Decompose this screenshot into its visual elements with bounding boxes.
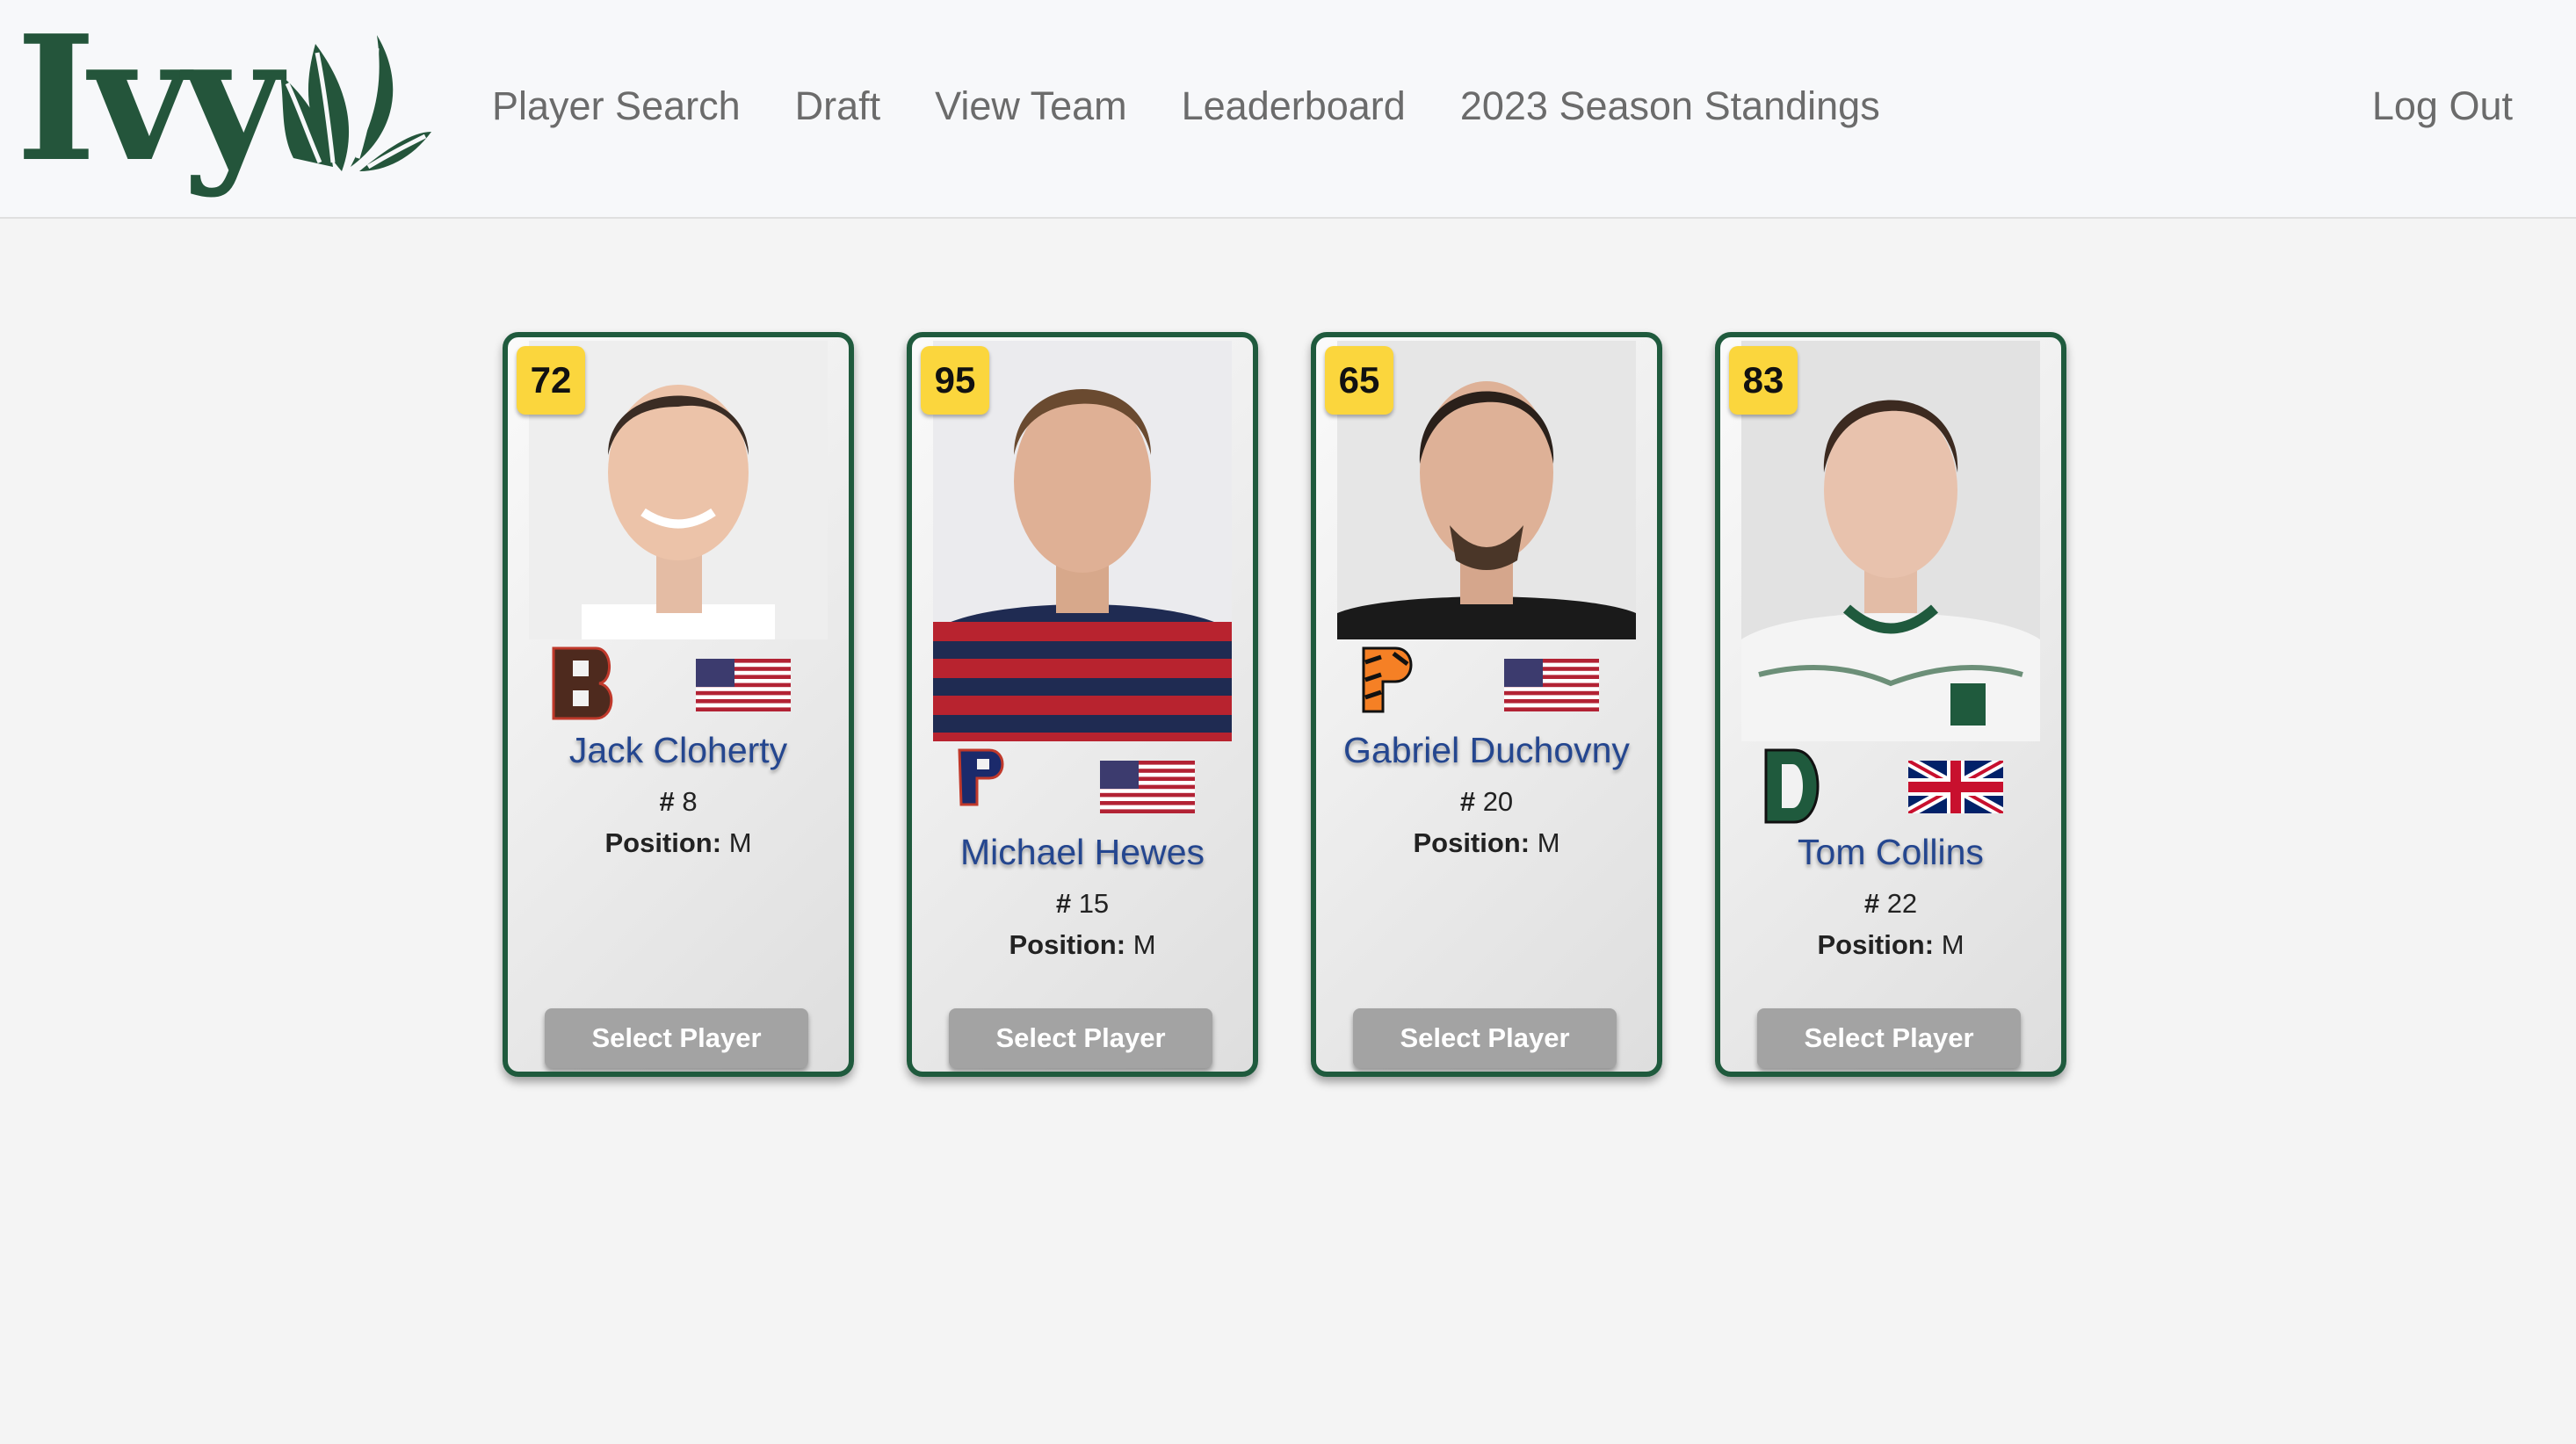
player-name[interactable]: Tom Collins bbox=[1720, 834, 2061, 870]
player-card: 95 Michael Hewes # 15 Position: M Select… bbox=[907, 332, 1258, 1077]
player-position: Position: M bbox=[1009, 929, 1156, 960]
player-card: 65 Gabriel Duchovny # 20 Position: M Sel… bbox=[1311, 332, 1662, 1077]
player-number: # 22 bbox=[1863, 888, 1918, 919]
logout-link[interactable]: Log Out bbox=[2372, 86, 2513, 126]
player-position: Position: M bbox=[1817, 929, 1965, 960]
nav-draft[interactable]: Draft bbox=[795, 86, 881, 126]
princeton-p-logo bbox=[1362, 646, 1413, 713]
logo-text: Ivy bbox=[16, 0, 282, 200]
rating-badge: 83 bbox=[1729, 346, 1798, 415]
usa-flag-icon bbox=[1504, 659, 1599, 711]
nav-leaderboard[interactable]: Leaderboard bbox=[1182, 86, 1406, 126]
player-position: Position: M bbox=[1413, 827, 1560, 858]
player-number: # 20 bbox=[1459, 786, 1514, 817]
rating-badge: 65 bbox=[1325, 346, 1393, 415]
player-number: # 15 bbox=[1055, 888, 1110, 919]
usa-flag-icon bbox=[1100, 761, 1195, 813]
uk-flag-icon bbox=[1908, 761, 2003, 813]
player-name[interactable]: Jack Cloherty bbox=[508, 733, 849, 769]
player-card: 72 Jack Cloherty # 8 Position: M Select bbox=[503, 332, 854, 1077]
nav-links: Player Search Draft View Team Leaderboar… bbox=[492, 86, 1935, 126]
dartmouth-d-logo bbox=[1764, 748, 1820, 824]
nav-view-team[interactable]: View Team bbox=[935, 86, 1126, 126]
player-card: 83 Tom Collins # 22 Position: M Select P… bbox=[1715, 332, 2066, 1077]
player-name[interactable]: Gabriel Duchovny bbox=[1316, 733, 1657, 769]
ivy-logo[interactable]: Ivy bbox=[16, 0, 432, 200]
rating-badge: 95 bbox=[921, 346, 989, 415]
select-player-button[interactable]: Select Player bbox=[949, 1008, 1212, 1068]
usa-flag-icon bbox=[696, 659, 791, 711]
player-name[interactable]: Michael Hewes bbox=[912, 834, 1253, 870]
top-navbar: Ivy Player Search Draft View Team Leader… bbox=[0, 0, 2576, 219]
select-player-button[interactable]: Select Player bbox=[1757, 1008, 2021, 1068]
nav-player-search[interactable]: Player Search bbox=[492, 86, 741, 126]
player-position: Position: M bbox=[604, 827, 752, 858]
rating-badge: 72 bbox=[517, 346, 585, 415]
brown-b-logo bbox=[552, 646, 613, 720]
player-cards: 72 Jack Cloherty # 8 Position: M Select bbox=[503, 332, 2119, 1077]
select-player-button[interactable]: Select Player bbox=[1353, 1008, 1617, 1068]
select-player-button[interactable]: Select Player bbox=[545, 1008, 808, 1068]
player-number: # 8 bbox=[659, 786, 698, 817]
leaf-icon bbox=[280, 35, 432, 171]
nav-season-standings[interactable]: 2023 Season Standings bbox=[1460, 86, 1880, 126]
penn-p-logo bbox=[958, 748, 1004, 806]
